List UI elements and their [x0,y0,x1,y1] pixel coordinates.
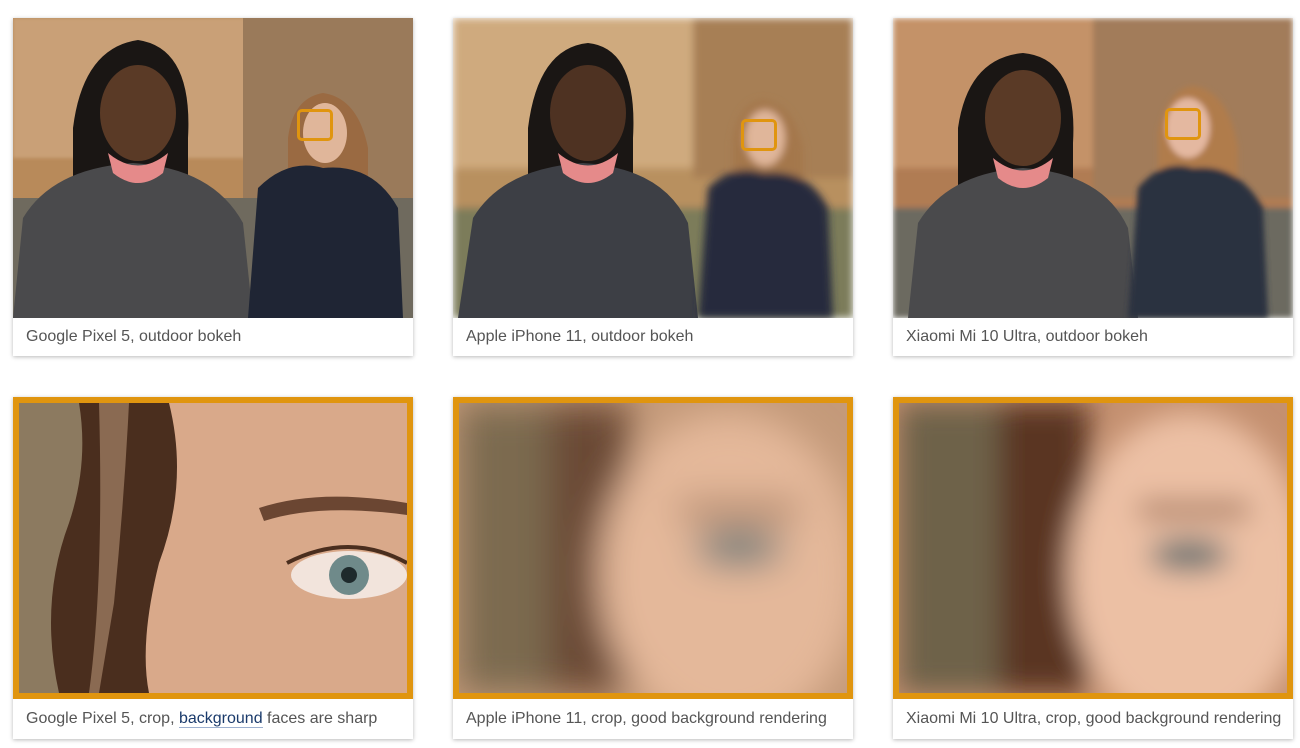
card-iphone11-crop: Apple iPhone 11, crop, good background r… [453,397,853,739]
photo-iphone11-outdoor[interactable] [453,18,853,318]
photo-iphone11-crop[interactable] [453,397,853,699]
card-pixel5-outdoor: Google Pixel 5, outdoor bokeh [13,18,413,356]
card-pixel5-crop: Google Pixel 5, crop, background faces a… [13,397,413,739]
caption-text: Google Pixel 5, crop, [26,710,179,727]
focus-box [741,119,777,151]
caption: Xiaomi Mi 10 Ultra, crop, good backgroun… [906,710,1282,727]
card-iphone11-outdoor: Apple iPhone 11, outdoor bokeh [453,18,853,356]
photo-pixel5-outdoor[interactable] [13,18,413,318]
caption: Apple iPhone 11, crop, good background r… [466,710,827,727]
caption: Google Pixel 5, outdoor bokeh [26,328,242,345]
caption-text-suffix: faces are sharp [262,710,378,727]
card-mi10ultra-crop: Xiaomi Mi 10 Ultra, crop, good backgroun… [893,397,1293,739]
card-mi10ultra-outdoor: Xiaomi Mi 10 Ultra, outdoor bokeh [893,18,1293,356]
photo-mi10ultra-outdoor[interactable] [893,18,1293,318]
photo-mi10ultra-crop[interactable] [893,397,1293,699]
focus-box [297,109,333,141]
comparison-grid: Google Pixel 5, outdoor bokeh Apple iPho… [0,0,1300,748]
background-link[interactable]: background [178,710,263,728]
caption: Xiaomi Mi 10 Ultra, outdoor bokeh [906,328,1148,345]
focus-box [1165,108,1201,140]
caption: Apple iPhone 11, outdoor bokeh [466,328,694,345]
caption: Google Pixel 5, crop, background faces a… [26,710,377,728]
photo-pixel5-crop[interactable] [13,397,413,699]
